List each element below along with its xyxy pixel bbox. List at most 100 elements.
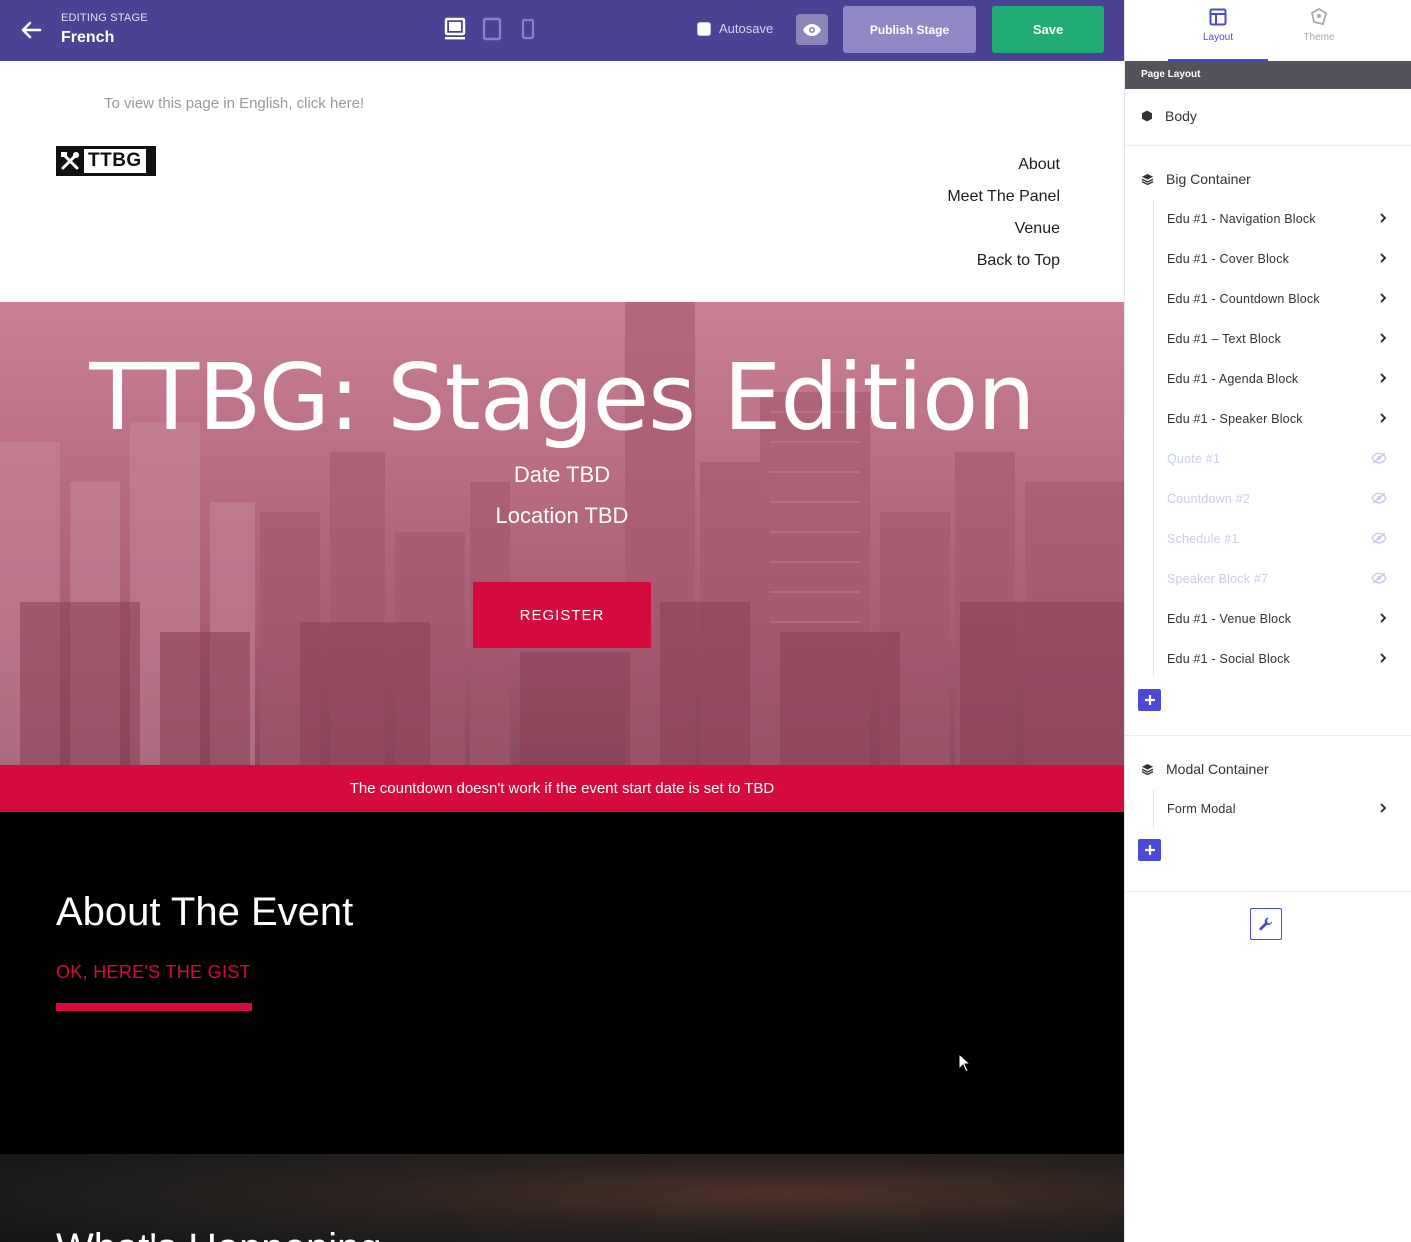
mobile-view-icon[interactable] (520, 17, 536, 41)
tab-layout[interactable]: Layout (1168, 0, 1268, 61)
autosave-checkbox[interactable] (697, 21, 711, 36)
layout-item-label: Edu #1 - Agenda Block (1167, 372, 1299, 386)
stage-label: EDITING STAGE (61, 12, 148, 24)
stage-name: French (61, 29, 115, 46)
layout-item-edu-1-cover-block[interactable]: Edu #1 - Cover Block (1167, 249, 1387, 269)
big-container-label: Big Container (1166, 171, 1251, 187)
layers-icon (1141, 174, 1154, 185)
autosave-toggle[interactable]: Autosave (697, 21, 773, 36)
hexagon-icon (1142, 110, 1152, 122)
layout-item-edu-1-countdown-block[interactable]: Edu #1 - Countdown Block (1167, 289, 1387, 309)
body-label: Body (1165, 108, 1197, 124)
chevron-right-icon[interactable] (1379, 612, 1387, 626)
hidden-eye-icon[interactable] (1371, 451, 1387, 467)
agenda-title: What's Happening (56, 1226, 382, 1242)
hidden-eye-icon[interactable] (1371, 531, 1387, 547)
language-link[interactable]: To view this page in English, click here… (104, 95, 364, 112)
plus-icon (1144, 695, 1155, 705)
layout-item-speaker-block-7[interactable]: Speaker Block #7 (1167, 569, 1387, 589)
autosave-label: Autosave (719, 21, 774, 36)
site-nav: About Meet The Panel Venue Back to Top (947, 153, 1060, 281)
layout-item-schedule-1[interactable]: Schedule #1 (1167, 529, 1387, 549)
layout-item-form-modal[interactable]: Form Modal (1167, 799, 1387, 819)
layout-item-label: Edu #1 - Cover Block (1167, 252, 1290, 266)
add-block-button[interactable] (1138, 689, 1161, 711)
chevron-right-icon[interactable] (1379, 292, 1387, 306)
modal-container-node[interactable]: Modal Container (1141, 761, 1269, 777)
nav-link-back-to-top[interactable]: Back to Top (947, 249, 1060, 281)
layout-item-label: Edu #1 - Countdown Block (1167, 292, 1320, 306)
layout-item-label: Edu #1 - Venue Block (1167, 612, 1292, 626)
layers-icon (1141, 764, 1154, 775)
layout-item-edu-1-social-block[interactable]: Edu #1 - Social Block (1167, 649, 1387, 669)
divider (1125, 891, 1411, 892)
divider (1125, 145, 1411, 146)
nav-link-about[interactable]: About (947, 153, 1060, 185)
cover-block[interactable]: TTBG: Stages Edition Date TBD Location T… (0, 302, 1124, 766)
about-subtitle: OK, HERE'S THE GIST (56, 962, 251, 982)
chevron-right-icon[interactable] (1379, 372, 1387, 386)
page-layout-header: Page Layout (1125, 61, 1411, 89)
nav-link-meet-the-panel[interactable]: Meet The Panel (947, 185, 1060, 217)
divider (1125, 735, 1411, 736)
tools-icon (58, 149, 82, 173)
layout-icon (1209, 8, 1227, 26)
layout-item-edu-1-text-block[interactable]: Edu #1 – Text Block (1167, 329, 1387, 349)
hidden-eye-icon[interactable] (1371, 491, 1387, 507)
layout-item-label: Edu #1 – Text Block (1167, 332, 1282, 346)
register-button[interactable]: REGISTER (473, 582, 651, 648)
chevron-right-icon[interactable] (1379, 332, 1387, 346)
about-section[interactable]: About The Event OK, HERE'S THE GIST (0, 812, 1124, 1154)
theme-icon (1310, 8, 1328, 26)
body-node[interactable]: Body (1141, 108, 1197, 124)
publish-stage-button[interactable]: Publish Stage (843, 6, 976, 53)
editor-topbar: EDITING STAGE French Autosave Publish St… (0, 0, 1124, 61)
chevron-right-icon[interactable] (1379, 412, 1387, 426)
chevron-right-icon[interactable] (1379, 652, 1387, 666)
layout-item-edu-1-venue-block[interactable]: Edu #1 - Venue Block (1167, 609, 1387, 629)
layout-item-quote-1[interactable]: Quote #1 (1167, 449, 1387, 469)
preview-button[interactable] (796, 14, 828, 45)
desktop-view-icon[interactable] (444, 17, 466, 41)
layout-item-edu-1-agenda-block[interactable]: Edu #1 - Agenda Block (1167, 369, 1387, 389)
layout-item-label: Form Modal (1167, 802, 1236, 816)
page-canvas: To view this page in English, click here… (0, 61, 1124, 1242)
back-arrow-icon[interactable] (18, 18, 44, 42)
ttbg-logo[interactable]: TTBG (56, 146, 156, 176)
big-container-node[interactable]: Big Container (1141, 171, 1251, 187)
logo-text: TTBG (84, 149, 146, 173)
hidden-eye-icon[interactable] (1371, 571, 1387, 587)
hero-date: Date TBD (513, 462, 611, 487)
layout-item-label: Edu #1 - Social Block (1167, 652, 1291, 666)
tablet-view-icon[interactable] (482, 17, 502, 41)
wrench-icon (1259, 917, 1273, 931)
hero-location: Location TBD (495, 503, 629, 528)
layout-item-label: Quote #1 (1167, 452, 1221, 466)
layout-item-label: Edu #1 - Speaker Block (1167, 412, 1303, 426)
chevron-right-icon[interactable] (1379, 802, 1387, 816)
add-modal-button[interactable] (1138, 839, 1161, 861)
layout-item-label: Speaker Block #7 (1167, 572, 1269, 586)
tab-theme-label: Theme (1303, 32, 1335, 43)
settings-wrench-button[interactable] (1250, 908, 1282, 940)
nav-link-venue[interactable]: Venue (947, 217, 1060, 249)
tab-layout-label: Layout (1202, 32, 1234, 43)
hero-title: TTBG: Stages Edition (89, 344, 1035, 451)
save-button[interactable]: Save (992, 6, 1104, 53)
layout-sidebar: Layout Theme Page Layout Body Big Contai… (1124, 0, 1411, 1242)
agenda-section[interactable]: What's Happening (0, 1154, 1124, 1242)
layout-item-label: Countdown #2 (1167, 492, 1251, 506)
eye-icon (803, 23, 821, 36)
tab-theme[interactable]: Theme (1269, 0, 1369, 61)
layout-item-label: Schedule #1 (1167, 532, 1239, 546)
chevron-right-icon[interactable] (1379, 212, 1387, 226)
countdown-notice: The countdown doesn't work if the event … (0, 765, 1124, 812)
tree-line (1153, 200, 1154, 676)
tree-line (1153, 790, 1154, 828)
layout-item-countdown-2[interactable]: Countdown #2 (1167, 489, 1387, 509)
about-title: About The Event (56, 890, 354, 934)
layout-item-edu-1-speaker-block[interactable]: Edu #1 - Speaker Block (1167, 409, 1387, 429)
layout-item-label: Edu #1 - Navigation Block (1167, 212, 1316, 226)
chevron-right-icon[interactable] (1379, 252, 1387, 266)
layout-item-edu-1-navigation-block[interactable]: Edu #1 - Navigation Block (1167, 209, 1387, 229)
